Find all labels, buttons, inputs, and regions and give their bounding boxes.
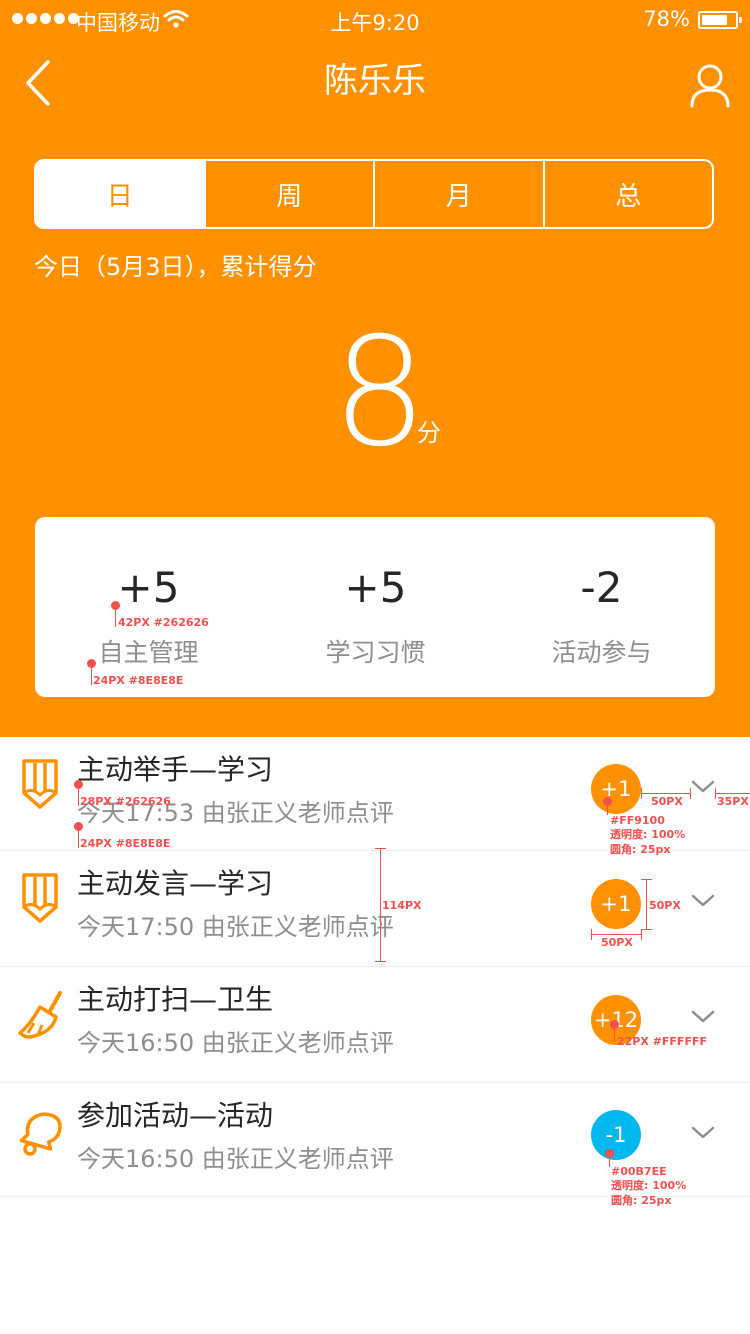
record-title: 主动打扫—卫生 [77,983,274,1016]
broom-icon [18,991,62,1039]
annotation-line [690,788,691,799]
record-title: 参加活动—活动 [77,1099,274,1132]
record-subtitle: 今天17:50 由张正义老师点评 [77,913,394,941]
pencil-icon [22,873,58,923]
annotation-opacity: 透明度: 100% [611,1179,687,1192]
annotation-line [609,1153,610,1167]
annotation-line [642,793,690,794]
stat-value: -2 [580,563,623,612]
annotation-badge-text: 22PX #FFFFFF [617,1035,707,1048]
score-badge: +1 [591,764,641,814]
annotation-line [380,848,381,961]
annotation-blue-color: #00B7EE [611,1165,667,1178]
tab-week[interactable]: 周 [203,161,374,227]
annotation-line [646,879,647,929]
annotation-line [641,788,642,799]
annotation-line [641,929,652,930]
annotation-title: 28PX #262626 [80,795,171,808]
record-subtitle: 今天16:50 由张正义老师点评 [77,1145,394,1173]
user-profile-icon[interactable] [688,62,732,108]
stat-value: +5 [117,563,180,612]
record-title: 主动发言—学习 [77,867,274,900]
annotation-stat-value: 42PX #262626 [118,616,209,629]
battery-percent: 78% [643,7,690,31]
annotation-line [641,929,642,940]
score-badge: -1 [591,1110,641,1160]
annotation-line [375,848,386,849]
tab-day[interactable]: 日 [36,161,204,227]
annotation-line [614,1024,615,1042]
record-title: 主动举手—学习 [77,753,274,786]
battery-fill [702,15,727,25]
annotation-line [591,934,641,935]
total-score: 8 [332,306,428,480]
stat-label: 学习习惯 [325,638,426,667]
annotation-row-height: 114PX [382,899,422,912]
annotation-line [91,663,92,685]
annotation-line [115,605,116,627]
record-subtitle: 今天16:50 由张正义老师点评 [77,1029,394,1057]
chevron-down-icon[interactable] [690,891,716,911]
chevron-down-icon[interactable] [690,1123,716,1143]
list-item[interactable]: 主动发言—学习 今天17:50 由张正义老师点评 +1 [0,851,750,967]
battery-icon [698,11,742,29]
annotation-right-margin: 35PX [717,795,749,808]
annotation-opacity: 透明度: 100% [610,828,686,841]
annotation-line [715,793,750,794]
annotation-line [715,788,716,799]
annotation-badge-gap: 50PX [651,795,683,808]
annotation-radius: 圆角: 25px [611,1194,672,1207]
chevron-down-icon[interactable] [690,777,716,797]
stat-value: +5 [344,563,407,612]
annotation-orange-color: #FF9100 [610,814,665,827]
annotation-badge-width: 50PX [601,936,633,949]
status-bar: 中国移动 上午9:20 78% [0,0,750,40]
period-tabs: 日 周 月 总 [34,159,714,229]
annotation-badge-height: 50PX [649,899,681,912]
stat-label: 活动参与 [551,638,652,667]
tab-total[interactable]: 总 [542,161,713,227]
annotation-line [607,801,608,815]
annotation-stat-label: 24PX #8E8E8E [93,674,184,687]
annotation-line [641,879,652,880]
annotation-line [78,784,79,806]
annotation-radius: 圆角: 25px [610,843,671,856]
bell-icon [19,1112,62,1156]
status-time: 上午9:20 [330,11,420,35]
list-item[interactable]: 主动打扫—卫生 今天16:50 由张正义老师点评 +12 [0,967,750,1083]
tab-month[interactable]: 月 [373,161,543,227]
pencil-icon [22,759,58,809]
score-badge: +1 [591,879,641,929]
stats-card: +5 自主管理 +5 学习习惯 -2 活动参与 [35,517,715,697]
chevron-down-icon[interactable] [690,1007,716,1027]
stat-label: 自主管理 [98,638,199,667]
annotation-subtitle: 24PX #8E8E8E [80,837,171,850]
annotation-line [78,826,79,848]
summary-label: 今日（5月3日），累计得分 [34,253,317,281]
score-unit: 分 [417,419,441,447]
annotation-line [591,929,592,940]
annotation-line [375,961,386,962]
page-title: 陈乐乐 [324,61,426,101]
